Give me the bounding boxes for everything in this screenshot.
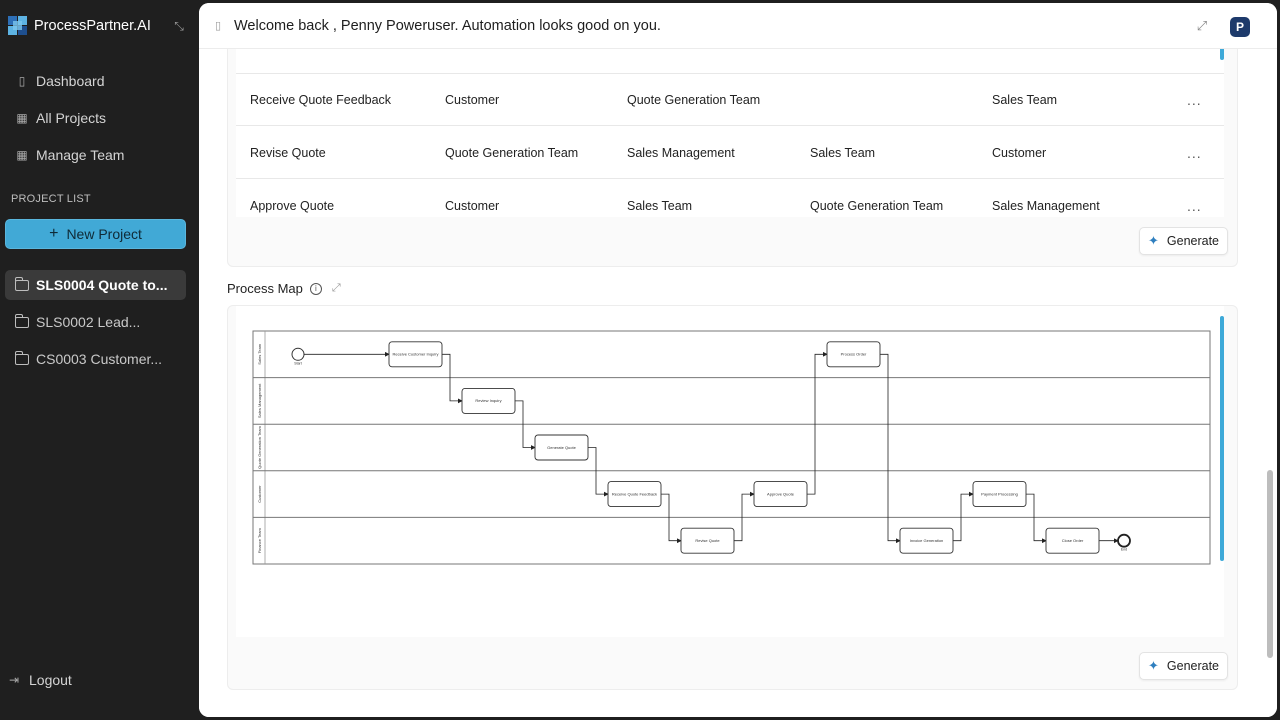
logout-button[interactable]: ⇥ Logout [9, 672, 72, 688]
lane-label: Sales Management [257, 383, 262, 418]
app-name: ProcessPartner.AI [34, 17, 151, 34]
dashboard-icon: ▯ [18, 74, 26, 88]
role-cell: Customer [445, 199, 500, 213]
new-project-button[interactable]: + New Project [5, 219, 186, 249]
lane-label: Sales Team [257, 343, 262, 364]
process-map-title: Process Map [227, 281, 303, 296]
sparkle-icon: ✦ [1147, 658, 1159, 673]
table-row [236, 49, 1224, 74]
task-label: Receive Customer Inquiry [392, 352, 438, 357]
project-item-label: CS0003 Customer... [36, 351, 163, 367]
task-label: Generate Quote [547, 445, 576, 450]
role-cell: Quote Generation Team [445, 146, 579, 160]
generate-label: Generate [1166, 659, 1220, 673]
task-label: Review Inquiry [475, 398, 501, 403]
brand[interactable]: ProcessPartner.AI [8, 16, 151, 35]
bpmn-diagram: Sales Team Sales Management Quote Generati… [252, 330, 1211, 565]
role-cell: Quote Generation Team [627, 93, 761, 107]
sidebar: ProcessPartner.AI ⤡ ▯ Dashboard ▦ All Pr… [0, 0, 199, 720]
task-label: Revise Quote [695, 538, 720, 543]
task-cell: Approve Quote [250, 199, 335, 213]
task-label: Receive Quote Feedback [612, 491, 657, 496]
panel-toggle-icon[interactable]: ▯ [215, 20, 227, 32]
lane-label: Finance Team [257, 528, 262, 554]
folder-icon [14, 313, 29, 328]
process-map-header: Process Map i ⤢ [227, 281, 341, 296]
role-cell: Customer [445, 93, 500, 107]
task-cell: Receive Quote Feedback [250, 93, 392, 107]
raci-table-card: Receive Quote Feedback Customer Quote Ge… [227, 49, 1238, 267]
plus-icon: + [49, 225, 59, 242]
map-scrollbar[interactable] [1220, 316, 1224, 561]
task-label: Process Order [841, 352, 867, 357]
main-panel: ▯ Welcome back , Penny Poweruser. Automa… [199, 3, 1277, 717]
logout-label: Logout [29, 672, 72, 688]
project-item-sls0002[interactable]: SLS0002 Lead... [5, 307, 186, 337]
app-logo-icon [8, 16, 27, 35]
folder-icon [14, 276, 29, 291]
collapse-sidebar-icon[interactable]: ⤡ [172, 19, 186, 33]
nav-item-manage-team[interactable]: ▦ Manage Team [15, 145, 124, 165]
lane-label: Customer [257, 485, 262, 503]
table-row[interactable]: Revise Quote Quote Generation Team Sales… [236, 127, 1224, 179]
nav-item-label: Dashboard [36, 73, 105, 89]
page-scrollbar[interactable] [1267, 470, 1273, 658]
generate-map-button[interactable]: ✦ Generate [1139, 652, 1228, 680]
end-event-label: End [1121, 548, 1127, 552]
expand-map-icon[interactable]: ⤢ [332, 282, 341, 295]
lane-label: Quote Generation Team [257, 426, 262, 469]
end-event [1117, 533, 1131, 548]
info-icon[interactable]: i [309, 282, 322, 295]
generate-label: Generate [1166, 234, 1220, 248]
row-menu-icon[interactable]: ... [1187, 198, 1202, 214]
role-cell: Sales Team [627, 199, 693, 213]
row-menu-icon[interactable]: ... [1187, 145, 1202, 161]
project-item-label: SLS0004 Quote to... [36, 277, 168, 293]
fullscreen-icon[interactable]: ⤢ [1194, 18, 1210, 34]
new-project-label: New Project [66, 226, 142, 242]
grid-icon: ▦ [16, 111, 28, 125]
nav-item-dashboard[interactable]: ▯ Dashboard [15, 71, 105, 91]
start-event-label: Start [294, 361, 301, 365]
task-label: Close Order [1062, 538, 1084, 543]
project-item-sls0004[interactable]: SLS0004 Quote to... [5, 270, 186, 300]
role-cell: Sales Team [992, 93, 1058, 107]
avatar[interactable]: P [1230, 17, 1250, 37]
task-label: Invoice Generation [910, 538, 944, 543]
grid-icon: ▦ [16, 148, 28, 162]
nav-item-all-projects[interactable]: ▦ All Projects [15, 108, 106, 128]
project-item-label: SLS0002 Lead... [36, 314, 141, 330]
sparkle-icon: ✦ [1147, 233, 1159, 248]
role-cell: Sales Team [810, 146, 876, 160]
project-list-label: PROJECT LIST [11, 193, 91, 205]
task-label: Approve Quote [767, 491, 795, 496]
table-row[interactable]: Receive Quote Feedback Customer Quote Ge… [236, 74, 1224, 126]
project-item-cs0003[interactable]: CS0003 Customer... [5, 344, 186, 374]
table-row[interactable]: Approve Quote Customer Sales Team Quote … [236, 180, 1224, 217]
table-scrollbar[interactable] [1220, 49, 1224, 60]
content-scroll-area[interactable]: Receive Quote Feedback Customer Quote Ge… [199, 49, 1277, 717]
generate-table-button[interactable]: ✦ Generate [1139, 227, 1228, 255]
start-event [291, 347, 305, 361]
logout-icon: ⇥ [9, 673, 20, 687]
role-cell: Quote Generation Team [810, 199, 944, 213]
raci-table[interactable]: Receive Quote Feedback Customer Quote Ge… [236, 49, 1224, 217]
process-map[interactable]: Sales Team Sales Management Quote Generati… [236, 306, 1224, 637]
role-cell: Customer [992, 146, 1047, 160]
role-cell: Sales Management [627, 146, 735, 160]
top-bar: ▯ Welcome back , Penny Poweruser. Automa… [199, 3, 1277, 49]
nav-item-label: All Projects [36, 110, 107, 126]
task-cell: Revise Quote [250, 146, 326, 160]
task-label: Payment Processing [981, 491, 1018, 496]
welcome-message: Welcome back , Penny Poweruser. Automati… [234, 18, 661, 34]
nav-item-label: Manage Team [36, 147, 125, 163]
process-map-card: Sales Team Sales Management Quote Generati… [227, 305, 1238, 690]
folder-icon [14, 350, 29, 365]
row-menu-icon[interactable]: ... [1187, 92, 1202, 108]
role-cell: Sales Management [992, 199, 1100, 213]
